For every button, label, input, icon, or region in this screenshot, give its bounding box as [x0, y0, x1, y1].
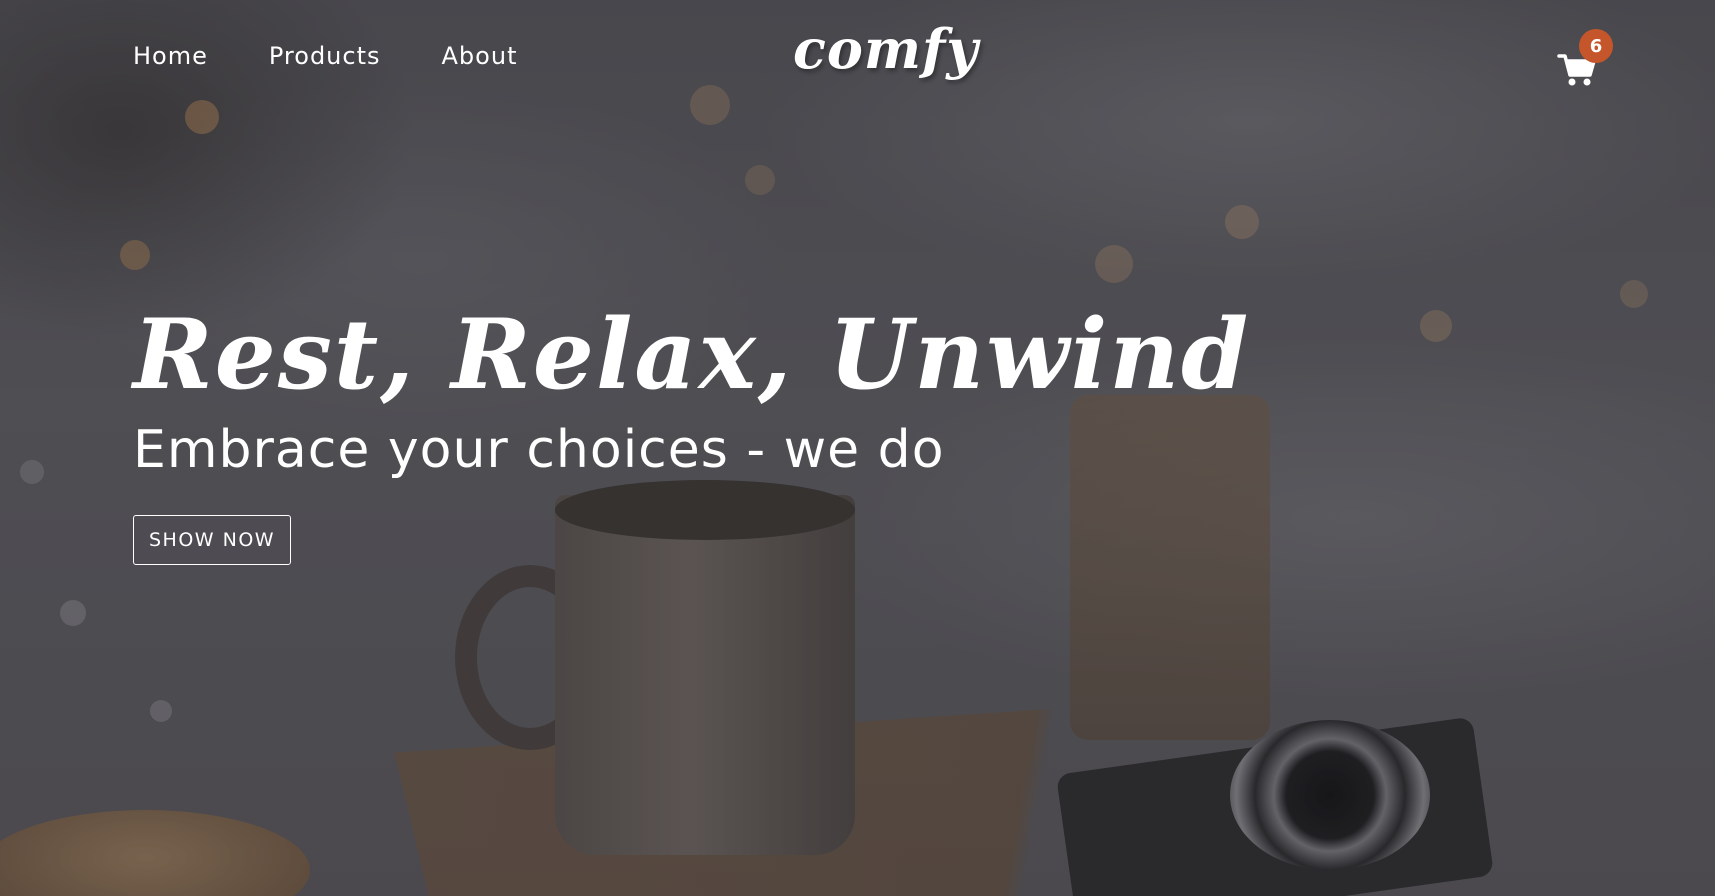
bokeh-light: [1095, 245, 1133, 283]
hero-section: Home Products About comfy 6 Rest, Relax,…: [0, 0, 1715, 896]
cart-button[interactable]: 6: [1553, 29, 1623, 92]
show-now-button[interactable]: SHOW NOW: [133, 515, 292, 566]
bokeh-light: [745, 165, 775, 195]
bokeh-light: [60, 600, 86, 626]
bokeh-light: [120, 240, 150, 270]
hero-title: Rest, Relax, Unwind: [133, 298, 1251, 411]
background-camera-lens: [1230, 720, 1430, 870]
nav-links: Home Products About: [133, 42, 517, 71]
bokeh-light: [1225, 205, 1259, 239]
nav-link-about[interactable]: About: [442, 42, 518, 71]
nav-link-products[interactable]: Products: [269, 42, 381, 71]
cart-count-badge: 6: [1579, 29, 1613, 63]
bokeh-light: [150, 700, 172, 722]
background-mug-handle: [455, 565, 605, 750]
brand-logo[interactable]: comfy: [793, 19, 979, 79]
bokeh-light: [1420, 310, 1452, 342]
background-candle-glass: [0, 810, 310, 896]
bokeh-light: [20, 460, 44, 484]
hero-content: Rest, Relax, Unwind Embrace your choices…: [133, 298, 1251, 566]
nav-link-home[interactable]: Home: [133, 42, 208, 71]
bokeh-light: [1620, 280, 1648, 308]
hero-subtitle: Embrace your choices - we do: [133, 420, 945, 481]
background-camera: [1055, 716, 1495, 896]
navbar: Home Products About comfy 6: [0, 0, 1715, 125]
